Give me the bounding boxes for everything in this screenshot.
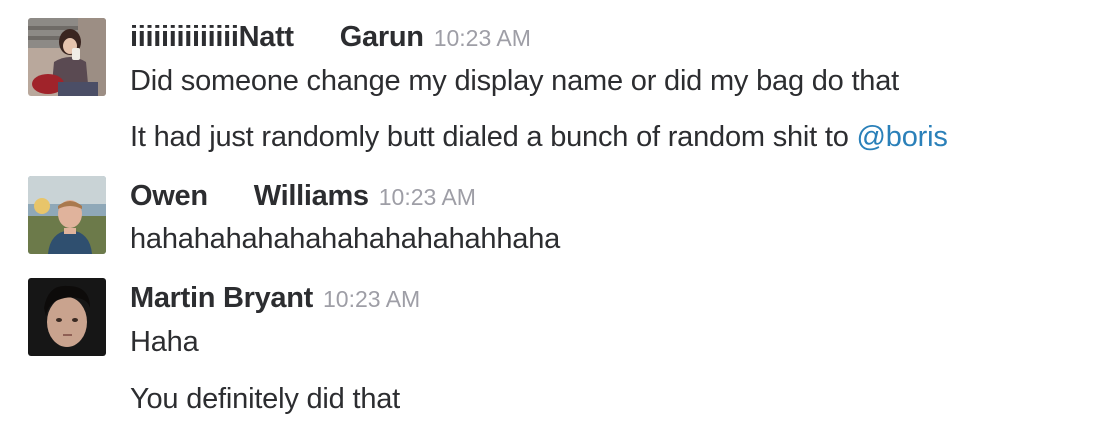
- avatar[interactable]: [28, 18, 106, 96]
- avatar-image: [28, 18, 106, 96]
- message-text: Did someone change my display name or di…: [130, 63, 899, 99]
- message-text: Haha: [130, 324, 199, 360]
- user-mention-link[interactable]: @boris: [857, 121, 948, 153]
- avatar[interactable]: [28, 176, 106, 254]
- avatar-image: [28, 278, 106, 356]
- avatar-image: [28, 176, 106, 254]
- message-header: Owen Williams 10:23 AM: [130, 178, 476, 214]
- message-timestamp[interactable]: 10:23 AM: [434, 25, 531, 51]
- message-timestamp[interactable]: 10:23 AM: [379, 184, 476, 210]
- sender-first-name[interactable]: iiiiiiiiiiiiiiNatt: [130, 21, 294, 53]
- message-text-content: Did someone change my display name or di…: [130, 65, 900, 97]
- message-text-content: hahahahahahahahahahahahhaha: [130, 223, 561, 255]
- message-text-content: Haha: [130, 326, 199, 358]
- message-text-content: You definitely did that: [130, 383, 401, 415]
- message-header: iiiiiiiiiiiiiiNatt Garun 10:23 AM: [130, 19, 531, 55]
- sender-name[interactable]: Martin Bryant: [130, 282, 313, 314]
- sender-first-name[interactable]: Owen: [130, 180, 208, 212]
- message-text: You definitely did that: [130, 381, 400, 417]
- message-header: Martin Bryant 10:23 AM: [130, 280, 420, 316]
- sender-last-name[interactable]: Williams: [254, 180, 369, 212]
- message-timestamp[interactable]: 10:23 AM: [323, 286, 420, 312]
- message-text: It had just randomly butt dialed a bunch…: [130, 119, 948, 155]
- sender-last-name[interactable]: Garun: [340, 21, 424, 53]
- message-text: hahahahahahahahahahahahhaha: [130, 221, 560, 257]
- avatar[interactable]: [28, 278, 106, 356]
- message-text-content: It had just randomly butt dialed a bunch…: [130, 121, 857, 153]
